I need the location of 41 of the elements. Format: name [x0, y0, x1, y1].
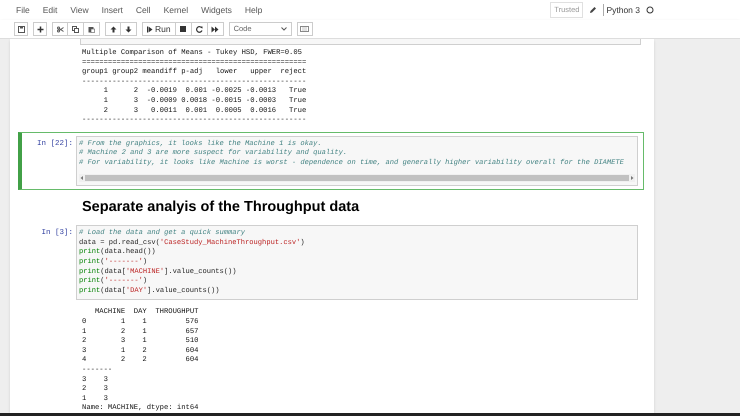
menu-item[interactable]: Kernel [164, 4, 188, 16]
run-button[interactable]: Run [142, 22, 176, 36]
restart-button[interactable] [192, 22, 208, 36]
copy-icon [72, 26, 79, 32]
plus-icon [36, 26, 44, 32]
restart-icon [196, 26, 203, 32]
insert-cell-button[interactable] [33, 22, 47, 36]
paste-button[interactable] [84, 22, 100, 36]
menu-item[interactable]: Edit [42, 4, 58, 16]
move-up-button[interactable] [105, 22, 121, 36]
code-input-area[interactable] [76, 136, 638, 186]
command-palette-button[interactable] [296, 22, 313, 36]
move-down-button[interactable] [121, 22, 137, 36]
kernel-idle-icon [646, 6, 654, 14]
caret-icon [280, 27, 287, 31]
clipboard-icon [88, 26, 95, 32]
run-all-button[interactable] [208, 22, 224, 36]
menu-item[interactable]: Widgets [201, 4, 232, 16]
pencil-icon[interactable] [589, 6, 598, 14]
down-arrow-icon [125, 26, 132, 32]
section-heading: Separate analyis of the Throughput data [82, 198, 360, 217]
keyboard-icon [300, 26, 310, 32]
menu-item[interactable]: Insert [102, 4, 123, 16]
selected-code-cell[interactable] [18, 132, 644, 190]
scissors-icon [56, 26, 64, 32]
horizontal-scrollbar[interactable] [79, 174, 635, 182]
cut-button[interactable] [52, 22, 68, 36]
floppy-icon [18, 26, 24, 32]
menu-item[interactable]: View [70, 4, 89, 16]
menu-item[interactable]: File [16, 4, 30, 16]
step-icon [147, 26, 153, 32]
up-arrow-icon [110, 26, 116, 32]
menu-item[interactable]: Help [244, 4, 262, 16]
stop-icon [180, 26, 186, 32]
code-input-area[interactable] [76, 225, 638, 300]
fast-forward-icon [211, 26, 220, 32]
kernel-name[interactable]: Python 3 [606, 4, 640, 16]
copy-button[interactable] [68, 22, 84, 36]
save-button[interactable] [14, 22, 28, 36]
stop-button[interactable] [176, 22, 192, 36]
menu-item[interactable]: Cell [136, 4, 151, 16]
